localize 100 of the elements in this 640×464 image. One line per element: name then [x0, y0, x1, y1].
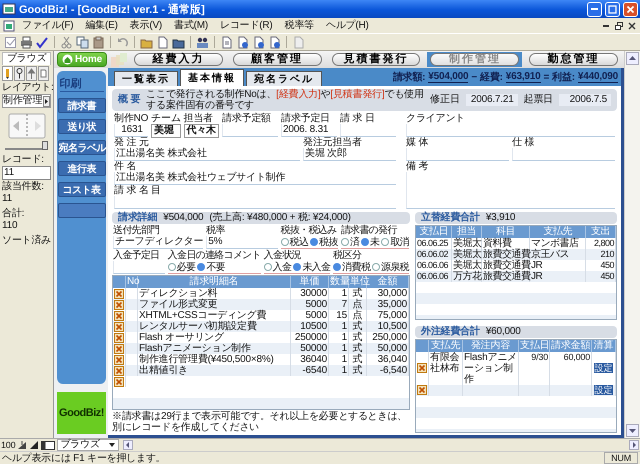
- radio-button[interactable]: 取消: [381, 235, 409, 249]
- nav-tab[interactable]: 見積書発行: [332, 53, 420, 66]
- menu-item[interactable]: 編集(E): [80, 19, 123, 32]
- record-field[interactable]: 11: [2, 166, 51, 180]
- date-field[interactable]: 2006.7.21: [466, 94, 518, 106]
- operator-sign: −: [471, 72, 478, 82]
- date-label: 修正日: [430, 94, 460, 106]
- menu-item[interactable]: 税率等: [280, 19, 319, 32]
- radio-button[interactable]: 源泉税: [372, 260, 409, 274]
- arrow-left-icon[interactable]: [122, 440, 133, 450]
- radio-button[interactable]: 不要: [197, 260, 225, 274]
- input-field[interactable]: 江出湯名美 株式会社ウェブサイト制作: [114, 172, 396, 185]
- view-tab[interactable]: 宛名ラベル: [246, 71, 322, 86]
- cross-icon[interactable]: [114, 366, 124, 376]
- slider-thumb[interactable]: [42, 141, 48, 150]
- printer-icon[interactable]: [20, 36, 33, 48]
- menu-item[interactable]: ヘルプ(H): [320, 19, 374, 32]
- radio-button[interactable]: 消費税: [333, 260, 370, 274]
- input-field[interactable]: [406, 148, 510, 161]
- field-label: 税率: [206, 225, 226, 236]
- input-field[interactable]: [222, 124, 278, 137]
- zoom-in-icon[interactable]: [29, 440, 40, 450]
- page-icon[interactable]: [252, 36, 265, 48]
- menu-item[interactable]: 書式(M): [169, 19, 214, 32]
- field-label: 入金状況: [264, 250, 302, 261]
- cross-icon[interactable]: [417, 363, 427, 373]
- menu-item[interactable]: 表示(V): [124, 19, 168, 32]
- print-button[interactable]: 請求書: [58, 98, 106, 113]
- mode-tab[interactable]: ブラウズ: [2, 52, 51, 65]
- nav-tab[interactable]: 勤怠管理: [529, 53, 618, 66]
- print-button[interactable]: 宛名ラベル: [58, 140, 106, 155]
- input-field[interactable]: 代々木: [184, 124, 220, 138]
- print-button[interactable]: 進行表: [58, 161, 106, 176]
- page-icon[interactable]: [268, 36, 281, 48]
- minimize-button[interactable]: [587, 2, 602, 16]
- input-field[interactable]: チーフディレクター: [113, 236, 204, 249]
- cross-icon[interactable]: [114, 376, 124, 386]
- input-field[interactable]: 美堀: [151, 124, 181, 138]
- arrow-down-icon[interactable]: [626, 424, 639, 437]
- page-icon[interactable]: [38, 66, 49, 81]
- cross-icon[interactable]: [114, 300, 124, 310]
- nav-tab[interactable]: 経費入力: [134, 53, 223, 66]
- restore-button[interactable]: [613, 20, 624, 31]
- cross-icon[interactable]: [417, 385, 427, 395]
- page-icon[interactable]: [236, 36, 249, 48]
- checkbox-icon[interactable]: [4, 36, 17, 48]
- set-button[interactable]: 設定: [594, 363, 614, 373]
- field-label: 請 求 日: [340, 113, 376, 124]
- house-icon: [62, 54, 73, 65]
- menu-item[interactable]: レコード(R): [215, 19, 278, 32]
- cross-icon[interactable]: [114, 288, 124, 298]
- radio-button[interactable]: 済: [340, 235, 360, 249]
- arrow-right-icon[interactable]: [629, 440, 639, 450]
- close-button[interactable]: [626, 20, 637, 31]
- total-label: 合計:: [2, 208, 26, 219]
- arrow-up-icon[interactable]: [626, 52, 639, 65]
- found-label: 該当件数:: [2, 181, 45, 192]
- radio-button[interactable]: 入金: [264, 260, 292, 274]
- document-icon[interactable]: [156, 36, 169, 48]
- maximize-button[interactable]: [605, 2, 620, 16]
- radio-button[interactable]: 未: [361, 235, 380, 249]
- cross-icon[interactable]: [114, 344, 124, 354]
- print-button[interactable]: 送り状: [58, 119, 106, 134]
- input-field[interactable]: 5%: [206, 236, 278, 249]
- paste-icon[interactable]: [92, 36, 105, 48]
- cross-icon[interactable]: [114, 322, 124, 332]
- caret-icon[interactable]: [43, 96, 50, 106]
- input-field[interactable]: 江出湯名美 株式会社: [114, 148, 300, 161]
- radio-button[interactable]: 税込: [280, 235, 308, 249]
- copy-icon[interactable]: [76, 36, 89, 48]
- layout-icon[interactable]: [41, 440, 56, 450]
- view-tab[interactable]: 一覧表示: [114, 71, 178, 86]
- link[interactable]: [経費入力]: [276, 89, 321, 100]
- cross-icon[interactable]: [114, 310, 124, 320]
- input-field[interactable]: 1631: [114, 124, 148, 137]
- input-field[interactable]: 美堀 次郎: [303, 148, 396, 161]
- cross-icon[interactable]: [114, 354, 124, 364]
- print-button[interactable]: コスト表: [58, 182, 106, 197]
- search-icon[interactable]: [14, 66, 25, 81]
- input-field[interactable]: 2006. 8.31: [281, 124, 338, 137]
- section-title: 外注経費合計: [421, 326, 480, 338]
- people-icon[interactable]: [196, 36, 209, 48]
- zoom-out-icon[interactable]: [17, 440, 28, 450]
- caret-icon[interactable]: [108, 441, 116, 449]
- view-tab[interactable]: 基本情報: [180, 69, 244, 86]
- radio-button[interactable]: 税抜: [310, 235, 338, 249]
- nav-tab[interactable]: 顧客管理: [232, 53, 322, 66]
- date-field[interactable]: 2006.7.5: [559, 94, 611, 106]
- menu-item[interactable]: ファイル(F): [17, 19, 78, 32]
- radio-button[interactable]: 未入金: [293, 260, 330, 274]
- scissors-icon[interactable]: [60, 36, 73, 48]
- set-button[interactable]: 設定: [594, 385, 614, 395]
- section-title: 立替経費合計: [421, 212, 480, 224]
- link[interactable]: [見積書発行]: [330, 89, 385, 100]
- page-icon[interactable]: [220, 36, 233, 48]
- spellcheck-icon[interactable]: [36, 36, 49, 48]
- mode-dropdown[interactable]: ブラウズ: [57, 439, 119, 451]
- layout-dropdown[interactable]: 制作管理: [2, 94, 51, 108]
- radio-button[interactable]: 必要: [168, 260, 196, 274]
- cross-icon[interactable]: [114, 332, 124, 342]
